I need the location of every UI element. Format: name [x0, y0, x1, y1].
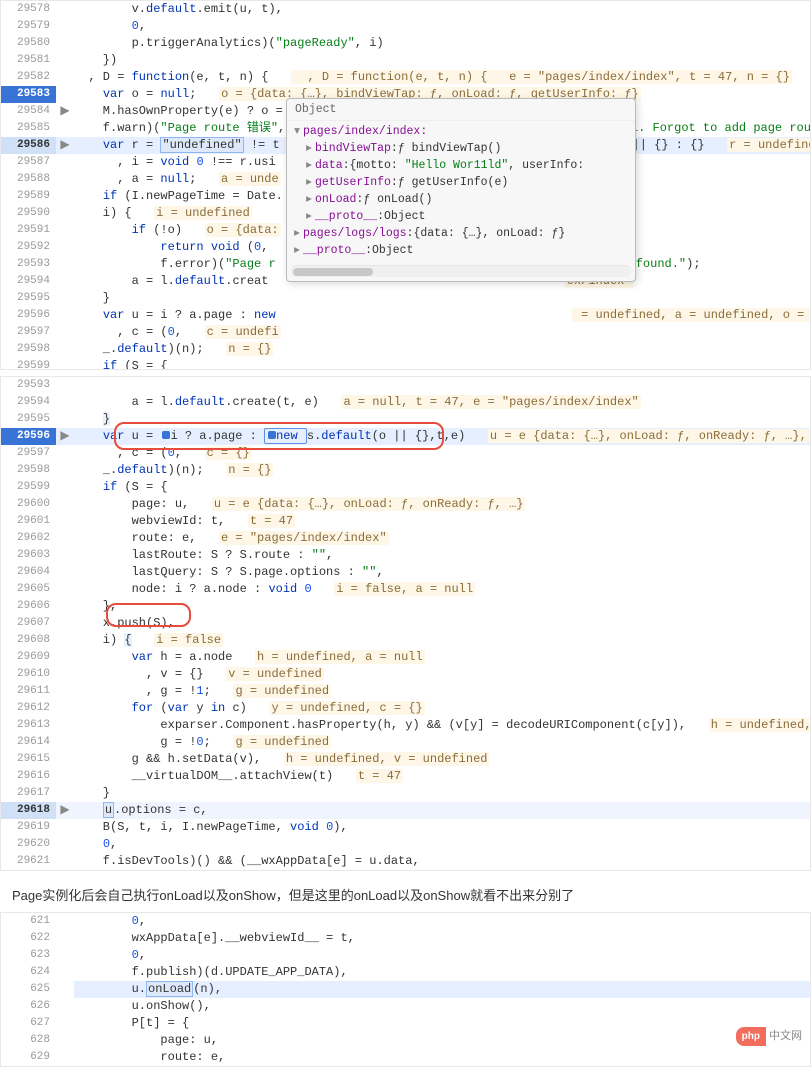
code-area-3[interactable]: 621 0, 622 wxAppData[e].__webviewId__ = …	[1, 913, 810, 1066]
breakpoint-line[interactable]: 29583	[1, 86, 56, 103]
code-pane-2: 29593 29594 a = l.default.create(t, e) a…	[0, 376, 811, 871]
selection[interactable]: u	[103, 802, 114, 818]
tooltip-item[interactable]: pages/logs/logs: {data: {…}, onLoad: ƒ}	[287, 225, 635, 242]
hover-target[interactable]: "undefined"	[160, 137, 243, 153]
tooltip-title: Object	[287, 99, 635, 121]
tooltip-item[interactable]: __proto__: Object	[287, 242, 635, 259]
tooltip-item[interactable]: data: {motto: "Hello Wor11ld", userInfo:	[287, 157, 635, 174]
tooltip-scrollbar[interactable]	[291, 265, 631, 277]
debugger-hover-tooltip[interactable]: Object pages/index/index: bindViewTap: ƒ…	[286, 98, 636, 282]
selection[interactable]: onLoad	[146, 981, 193, 997]
line-number: 29578	[1, 1, 56, 18]
code-pane-3: 621 0, 622 wxAppData[e].__webviewId__ = …	[0, 912, 811, 1067]
exec-arrow-icon: ▶	[56, 428, 74, 445]
exec-arrow-icon: ▶	[56, 103, 74, 120]
code-area-2[interactable]: 29593 29594 a = l.default.create(t, e) a…	[1, 377, 810, 870]
code-line: v.default.emit(u, t),	[74, 1, 810, 18]
breakpoint-line[interactable]: 29596	[1, 428, 56, 445]
exec-arrow-icon: ▶	[56, 802, 74, 819]
exec-arrow-icon: ▶	[56, 137, 74, 154]
tooltip-section[interactable]: pages/index/index:	[287, 123, 635, 140]
tooltip-item[interactable]: bindViewTap: ƒ bindViewTap()	[287, 140, 635, 157]
tooltip-item[interactable]: onLoad: ƒ onLoad()	[287, 191, 635, 208]
tooltip-item[interactable]: __proto__: Object	[287, 208, 635, 225]
tooltip-item[interactable]: getUserInfo: ƒ getUserInfo(e)	[287, 174, 635, 191]
watermark-logo: php 中文网	[736, 1027, 802, 1046]
annotation-text: Page实例化后会自己执行onLoad以及onShow，但是这里的onLoad以…	[0, 877, 811, 912]
code-pane-1: 29578 v.default.emit(u, t), 29579 0, 295…	[0, 0, 811, 370]
